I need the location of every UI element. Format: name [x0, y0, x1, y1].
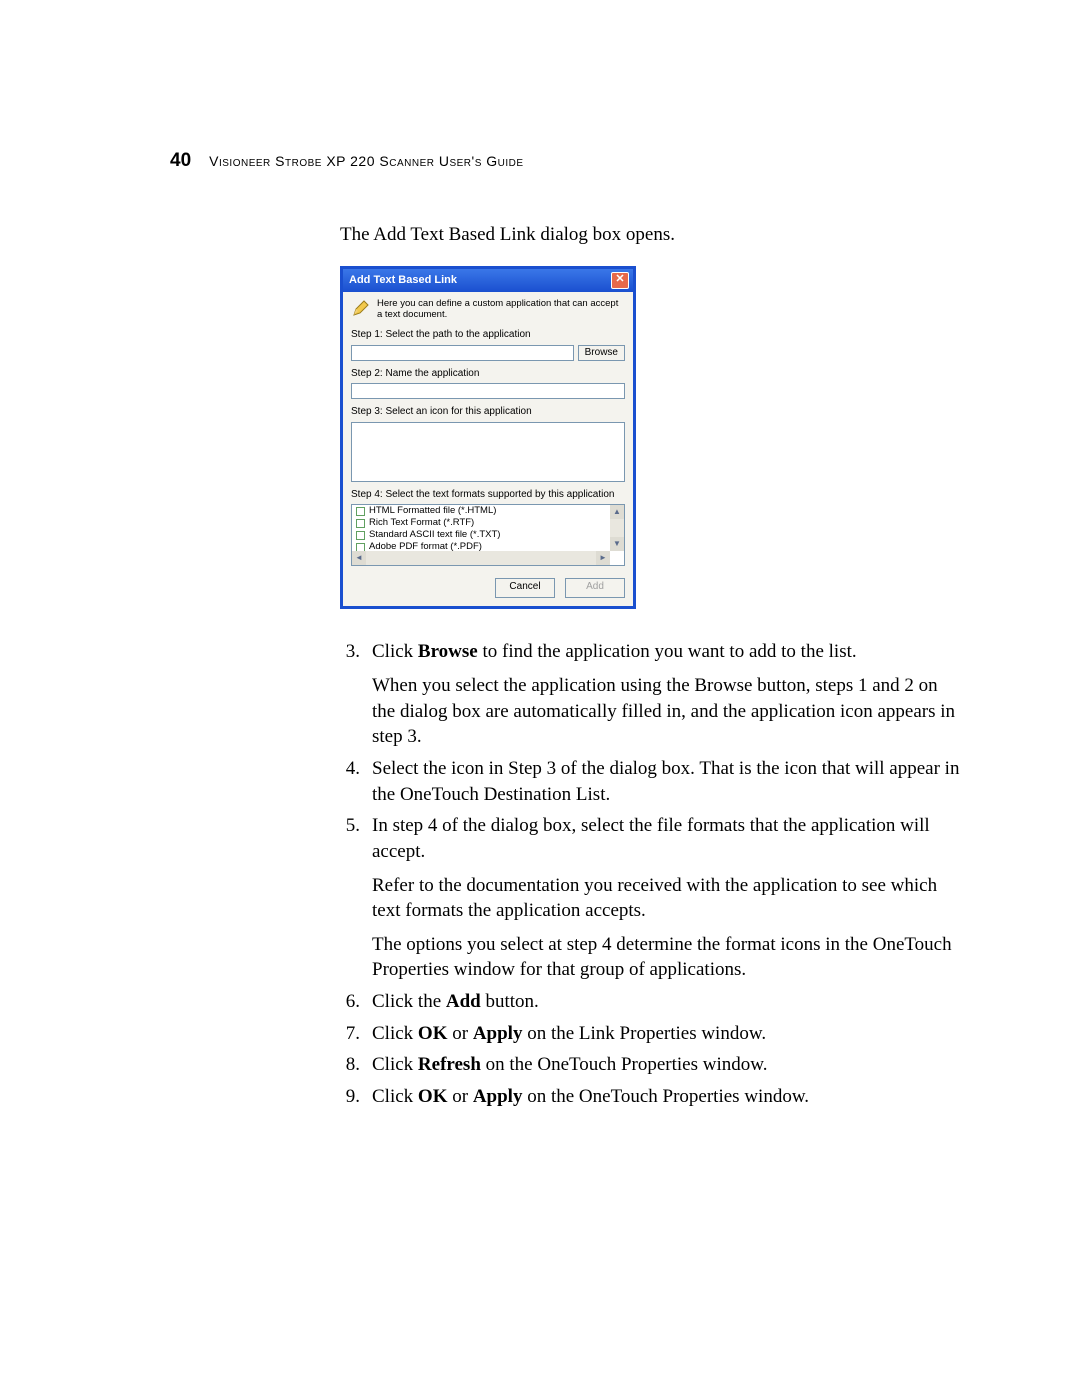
cancel-button[interactable]: Cancel	[495, 578, 555, 598]
format-label: Standard ASCII text file (*.TXT)	[369, 529, 500, 541]
step2-label: Step 2: Name the application	[351, 367, 625, 381]
instruction-step-4: 4. Select the icon in Step 3 of the dial…	[340, 756, 960, 807]
instruction-step-3: 3. Click Browse to find the application …	[340, 639, 960, 750]
horizontal-scrollbar[interactable]: ◄ ►	[352, 551, 610, 565]
step-number: 3.	[340, 639, 360, 750]
scroll-down-icon[interactable]: ▼	[610, 537, 624, 551]
add-button[interactable]: Add	[565, 578, 625, 598]
page-number: 40	[170, 150, 191, 172]
vertical-scrollbar[interactable]: ▲ ▼	[610, 505, 624, 551]
header-title: Visioneer Strobe XP 220 Scanner User's G…	[209, 153, 523, 169]
instruction-step-7: 7. Click OK or Apply on the Link Propert…	[340, 1021, 960, 1047]
format-label: Rich Text Format (*.RTF)	[369, 517, 474, 529]
page-header: 40 Visioneer Strobe XP 220 Scanner User'…	[170, 150, 960, 172]
dialog-info-text: Here you can define a custom application…	[377, 298, 625, 321]
step-number: 7.	[340, 1021, 360, 1047]
icon-selection-area[interactable]	[351, 422, 625, 482]
list-item: Rich Text Format (*.RTF)	[352, 517, 610, 529]
step-text: The options you select at step 4 determi…	[372, 932, 960, 983]
list-item: Standard ASCII text file (*.TXT)	[352, 529, 610, 541]
step-text: Click OK or Apply on the OneTouch Proper…	[372, 1084, 809, 1110]
scroll-left-icon[interactable]: ◄	[352, 551, 366, 565]
browse-button[interactable]: Browse	[578, 345, 625, 361]
step-text: When you select the application using th…	[372, 673, 960, 750]
step-number: 8.	[340, 1052, 360, 1078]
formats-listbox[interactable]: HTML Formatted file (*.HTML) Rich Text F…	[351, 504, 625, 566]
instruction-step-9: 9. Click OK or Apply on the OneTouch Pro…	[340, 1084, 960, 1110]
step-text: Select the icon in Step 3 of the dialog …	[372, 756, 960, 807]
instruction-step-6: 6. Click the Add button.	[340, 989, 960, 1015]
checkbox-icon[interactable]	[356, 531, 365, 540]
list-item: HTML Formatted file (*.HTML)	[352, 505, 610, 517]
instruction-step-5: 5. In step 4 of the dialog box, select t…	[340, 813, 960, 983]
step-number: 4.	[340, 756, 360, 807]
step-text: In step 4 of the dialog box, select the …	[372, 813, 960, 864]
scroll-up-icon[interactable]: ▲	[610, 505, 624, 519]
instruction-step-8: 8. Click Refresh on the OneTouch Propert…	[340, 1052, 960, 1078]
checkbox-icon[interactable]	[356, 519, 365, 528]
dialog-titlebar: Add Text Based Link ✕	[343, 269, 633, 292]
step4-label: Step 4: Select the text formats supporte…	[351, 488, 625, 502]
close-icon[interactable]: ✕	[611, 272, 629, 289]
format-label: HTML Formatted file (*.HTML)	[369, 505, 496, 517]
pencil-icon	[351, 298, 371, 318]
step1-label: Step 1: Select the path to the applicati…	[351, 328, 625, 342]
application-path-input[interactable]	[351, 345, 574, 361]
intro-text: The Add Text Based Link dialog box opens…	[340, 222, 960, 248]
step-text: Click Browse to find the application you…	[372, 639, 960, 665]
instruction-list: 3. Click Browse to find the application …	[340, 639, 960, 1109]
step3-label: Step 3: Select an icon for this applicat…	[351, 405, 625, 419]
step-text: Refer to the documentation you received …	[372, 873, 960, 924]
step-number: 6.	[340, 989, 360, 1015]
step-number: 9.	[340, 1084, 360, 1110]
step-text: Click OK or Apply on the Link Properties…	[372, 1021, 766, 1047]
add-text-based-link-dialog: Add Text Based Link ✕ Here you can defin…	[340, 266, 636, 610]
step-number: 5.	[340, 813, 360, 983]
dialog-title-text: Add Text Based Link	[349, 273, 457, 288]
step-text: Click the Add button.	[372, 989, 539, 1015]
step-text: Click Refresh on the OneTouch Properties…	[372, 1052, 768, 1078]
checkbox-icon[interactable]	[356, 507, 365, 516]
scroll-right-icon[interactable]: ►	[596, 551, 610, 565]
application-name-input[interactable]	[351, 383, 625, 399]
